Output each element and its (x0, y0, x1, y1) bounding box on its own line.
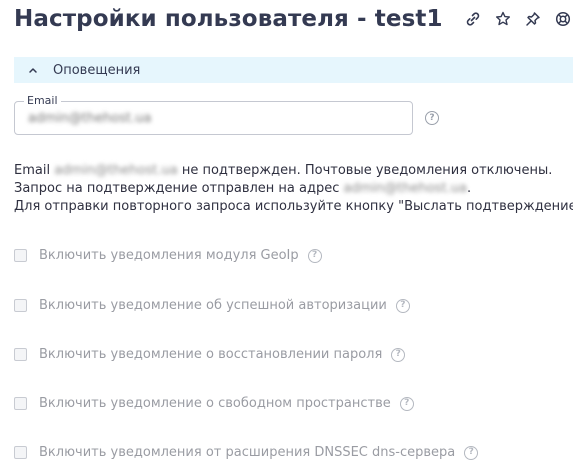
notice-email: admin@thehost.ua (343, 181, 467, 196)
help-icon[interactable]: ? (395, 298, 410, 313)
checkbox-geoip[interactable] (14, 249, 27, 262)
email-unconfirmed-notice: Email admin@thehost.ua не подтвержден. П… (14, 162, 573, 216)
pin-icon[interactable] (525, 11, 541, 27)
page-header: Настройки пользователя - test1 (14, 6, 573, 32)
link-icon[interactable] (465, 11, 481, 27)
checkbox-label: Включить уведомления от расширения DNSSE… (39, 445, 456, 460)
star-icon[interactable] (495, 11, 511, 27)
checkbox-row-geoip: Включить уведомления модуля GeoIp ? (14, 248, 322, 263)
header-actions (465, 11, 573, 27)
checkbox-row-password-recovery: Включить уведомление о восстановлении па… (14, 347, 406, 362)
checkbox-label: Включить уведомление об успешной авториз… (39, 298, 387, 313)
notice-line-2: Запрос на подтверждение отправлен на адр… (14, 181, 472, 196)
checkbox-free-space[interactable] (14, 397, 27, 410)
checkbox-row-dnssec: Включить уведомления от расширения DNSSE… (14, 445, 479, 460)
section-notifications-header[interactable]: Оповещения (14, 57, 573, 83)
page-title: Настройки пользователя - test1 (14, 6, 443, 32)
email-field[interactable]: admin@thehost.ua (14, 101, 413, 135)
notice-line-3: Для отправки повторного запроса использу… (14, 199, 573, 214)
checkbox-row-free-space: Включить уведомление о свободном простра… (14, 396, 414, 411)
help-icon[interactable]: ? (399, 396, 414, 411)
checkbox-auth-success[interactable] (14, 299, 27, 312)
checkbox-label: Включить уведомление о свободном простра… (39, 396, 391, 411)
notice-email: admin@thehost.ua (54, 163, 178, 178)
email-help-icon[interactable]: ? (425, 111, 439, 125)
checkbox-label: Включить уведомление о восстановлении па… (39, 347, 383, 362)
email-field-label: Email (24, 94, 61, 107)
help-icon[interactable]: ? (464, 445, 479, 460)
email-field-value: admin@thehost.ua (28, 110, 152, 126)
section-title: Оповещения (53, 62, 141, 78)
checkbox-dnssec[interactable] (14, 446, 27, 459)
checkbox-row-auth-success: Включить уведомление об успешной авториз… (14, 298, 410, 313)
checkbox-label: Включить уведомления модуля GeoIp (39, 248, 299, 263)
help-ring-icon[interactable] (555, 11, 571, 27)
help-icon[interactable]: ? (391, 347, 406, 362)
help-icon[interactable]: ? (307, 248, 322, 263)
chevron-up-icon (27, 64, 39, 76)
notice-line-1: Email admin@thehost.ua не подтвержден. П… (14, 163, 553, 178)
checkbox-password-recovery[interactable] (14, 348, 27, 361)
